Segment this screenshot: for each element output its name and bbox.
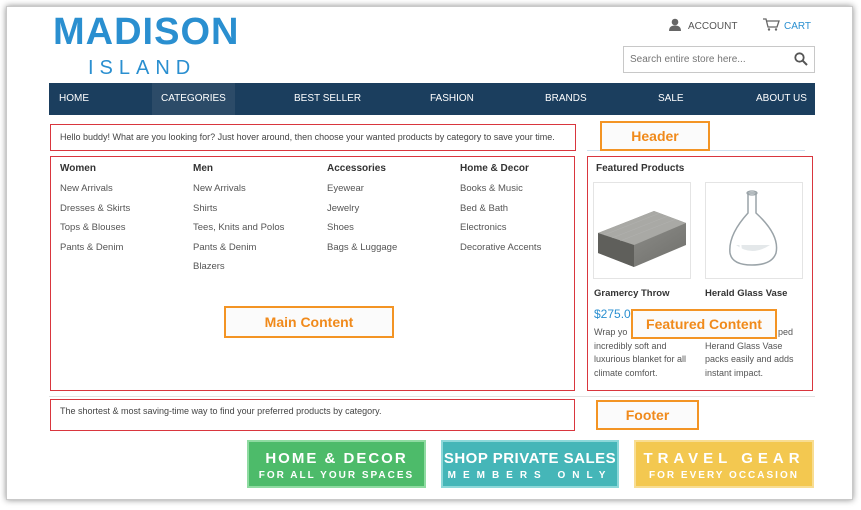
gramercy-throw-image[interactable] <box>593 182 691 279</box>
cart-label: CART <box>784 20 812 32</box>
nav-best-seller[interactable]: BEST SELLER <box>294 83 361 115</box>
product-price: $275.0 <box>594 307 631 321</box>
banner-private-sales[interactable]: SHOP PRIVATE SALES MEMBERS ONLY <box>441 440 619 488</box>
category-link[interactable]: Shoes <box>327 222 397 242</box>
nav-fashion[interactable]: FASHION <box>430 83 474 115</box>
search-icon[interactable] <box>794 52 808 71</box>
nav-brands[interactable]: BRANDS <box>545 83 587 115</box>
category-title[interactable]: Men <box>193 163 284 183</box>
category-link[interactable]: Pants & Denim <box>193 242 284 262</box>
category-link[interactable]: Bed & Bath <box>460 203 541 223</box>
category-column-men: Men New Arrivals Shirts Tees, Knits and … <box>193 163 284 281</box>
search-box <box>623 46 815 73</box>
category-link[interactable]: Shirts <box>193 203 284 223</box>
herald-glass-vase-image[interactable] <box>705 182 803 279</box>
logo-island[interactable]: ISLAND <box>88 56 196 80</box>
header-annotation: Header <box>600 121 710 151</box>
category-link[interactable]: Electronics <box>460 222 541 242</box>
category-title[interactable]: Accessories <box>327 163 397 183</box>
footer-annotation: Footer <box>596 400 699 430</box>
category-link[interactable]: Pants & Denim <box>60 242 130 262</box>
logo-madison[interactable]: MADISON <box>53 10 239 54</box>
nav-about-us[interactable]: ABOUT US <box>756 83 807 115</box>
category-column-home-decor: Home & Decor Books & Music Bed & Bath El… <box>460 163 541 261</box>
header-message: Hello buddy! What are you looking for? J… <box>60 132 555 142</box>
account-label: ACCOUNT <box>688 20 738 32</box>
category-link[interactable]: Tees, Knits and Polos <box>193 222 284 242</box>
category-title[interactable]: Women <box>60 163 130 183</box>
banner-home-decor[interactable]: HOME & DECOR FOR ALL YOUR SPACES <box>247 440 426 488</box>
nav-categories[interactable]: CATEGORIES <box>152 83 235 115</box>
category-column-women: Women New Arrivals Dresses & Skirts Tops… <box>60 163 130 261</box>
category-link[interactable]: Bags & Luggage <box>327 242 397 262</box>
category-link[interactable]: Blazers <box>193 261 284 281</box>
main-content-annotation: Main Content <box>224 306 394 338</box>
category-link[interactable]: Dresses & Skirts <box>60 203 130 223</box>
featured-content-annotation: Featured Content <box>631 309 777 339</box>
featured-products-title: Featured Products <box>596 163 685 174</box>
category-link[interactable]: New Arrivals <box>60 183 130 203</box>
product-name-herald-glass-vase[interactable]: Herald Glass Vase <box>705 288 787 299</box>
cart-icon <box>762 18 780 34</box>
footer-divider <box>49 396 815 397</box>
nav-home[interactable]: HOME <box>59 83 89 115</box>
user-icon <box>668 18 682 34</box>
account-link[interactable]: ACCOUNT <box>668 18 737 34</box>
nav-sale[interactable]: SALE <box>658 83 684 115</box>
banner-travel-gear[interactable]: TRAVEL GEAR FOR EVERY OCCASION <box>634 440 814 488</box>
search-input[interactable] <box>624 47 784 72</box>
category-link[interactable]: Tops & Blouses <box>60 222 130 242</box>
cart-link[interactable]: CART <box>762 18 811 34</box>
category-column-accessories: Accessories Eyewear Jewelry Shoes Bags &… <box>327 163 397 261</box>
category-link[interactable]: New Arrivals <box>193 183 284 203</box>
footer-message: The shortest & most saving-time way to f… <box>60 406 382 416</box>
main-nav: HOME CATEGORIES BEST SELLER FASHION BRAN… <box>49 83 815 115</box>
product-name-gramercy-throw[interactable]: Gramercy Throw <box>594 288 670 299</box>
category-link[interactable]: Decorative Accents <box>460 242 541 262</box>
category-title[interactable]: Home & Decor <box>460 163 541 183</box>
category-link[interactable]: Eyewear <box>327 183 397 203</box>
category-link[interactable]: Books & Music <box>460 183 541 203</box>
category-link[interactable]: Jewelry <box>327 203 397 223</box>
